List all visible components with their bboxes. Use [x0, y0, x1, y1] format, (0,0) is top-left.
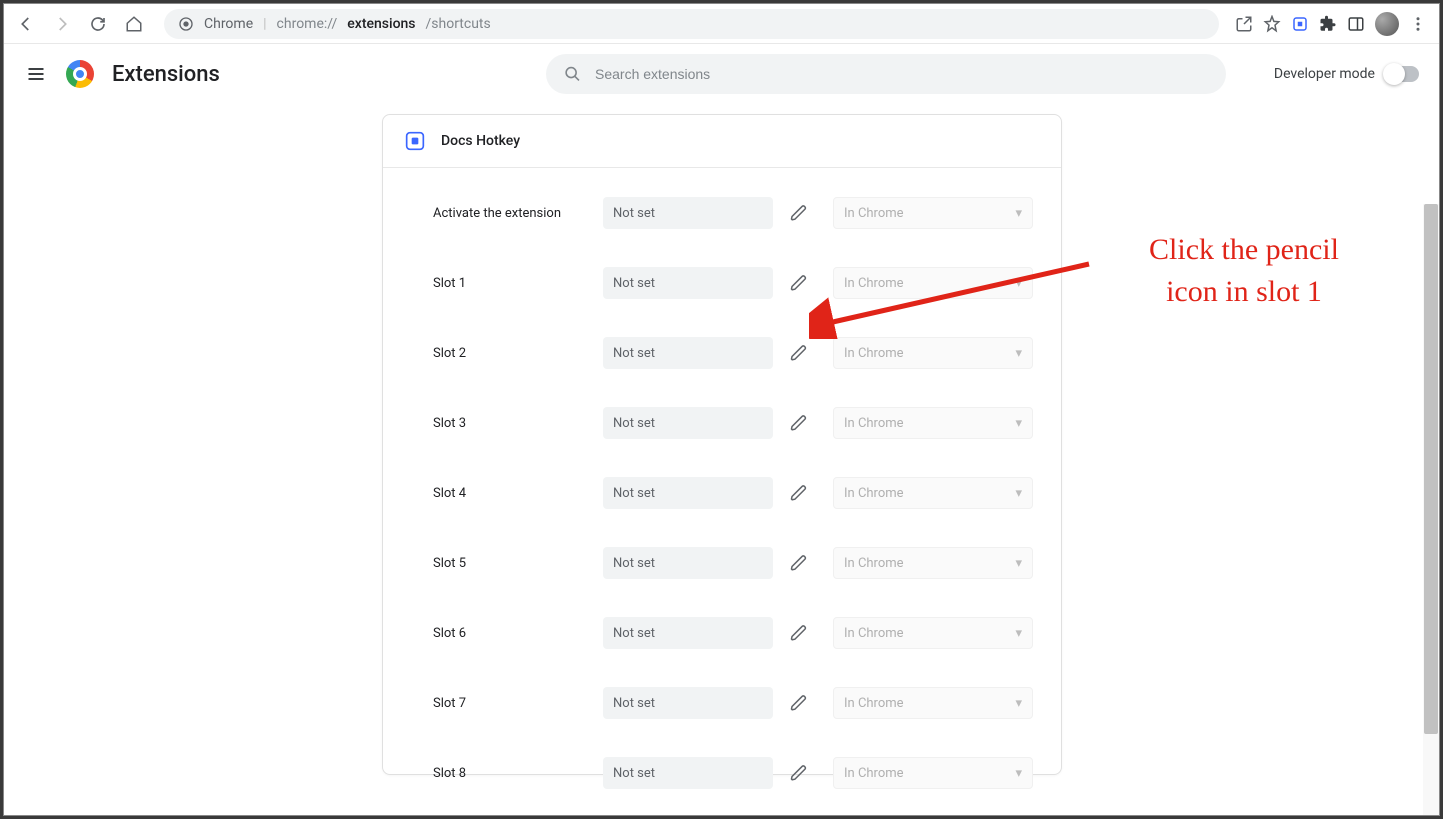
shortcut-input[interactable]: Not set [603, 267, 773, 299]
shortcut-row: Slot 2 Not set In Chrome▾ [433, 318, 1039, 388]
url-path: /shortcuts [426, 16, 491, 32]
chevron-down-icon: ▾ [1015, 486, 1022, 501]
profile-avatar[interactable] [1375, 12, 1399, 36]
scope-select[interactable]: In Chrome▾ [833, 547, 1033, 579]
shortcut-label: Slot 4 [433, 486, 593, 501]
shortcut-row: Slot 1 Not set In Chrome▾ [433, 248, 1039, 318]
shortcut-input[interactable]: Not set [603, 477, 773, 509]
chevron-down-icon: ▾ [1015, 696, 1022, 711]
search-input[interactable] [595, 66, 1208, 82]
shortcut-input[interactable]: Not set [603, 547, 773, 579]
extension-shortcuts-card: Docs Hotkey Activate the extension Not se… [382, 114, 1062, 775]
chrome-logo-icon [66, 60, 94, 88]
edit-pencil-icon[interactable] [783, 477, 815, 509]
browser-toolbar: Chrome | chrome://extensions/shortcuts [4, 4, 1439, 44]
edit-pencil-icon[interactable] [783, 547, 815, 579]
extensions-puzzle-icon[interactable] [1319, 15, 1337, 33]
scope-select[interactable]: In Chrome▾ [833, 197, 1033, 229]
search-icon [564, 65, 581, 83]
url-prefix: Chrome [204, 16, 253, 32]
vertical-scrollbar[interactable] [1423, 204, 1439, 815]
chevron-down-icon: ▾ [1015, 766, 1022, 781]
url-host: extensions [347, 16, 415, 32]
sidepanel-icon[interactable] [1347, 15, 1365, 33]
reload-button[interactable] [84, 10, 112, 38]
shortcut-row: Slot 3 Not set In Chrome▾ [433, 388, 1039, 458]
shortcut-label: Slot 1 [433, 276, 593, 291]
scope-select[interactable]: In Chrome▾ [833, 477, 1033, 509]
chevron-down-icon: ▾ [1015, 556, 1022, 571]
shortcut-row: Slot 7 Not set In Chrome▾ [433, 668, 1039, 738]
search-extensions[interactable] [546, 54, 1226, 94]
shortcut-label: Slot 3 [433, 416, 593, 431]
chevron-down-icon: ▾ [1015, 276, 1022, 291]
extension-icon [405, 131, 425, 151]
shortcut-row: Slot 8 Not set In Chrome▾ [433, 738, 1039, 808]
chevron-down-icon: ▾ [1015, 346, 1022, 361]
chevron-down-icon: ▾ [1015, 206, 1022, 221]
shortcut-input[interactable]: Not set [603, 407, 773, 439]
main-menu-button[interactable] [24, 62, 48, 86]
shortcut-label: Activate the extension [433, 206, 593, 221]
page-title: Extensions [112, 62, 220, 87]
shortcut-row: Slot 5 Not set In Chrome▾ [433, 528, 1039, 598]
scope-select[interactable]: In Chrome▾ [833, 337, 1033, 369]
scope-select[interactable]: In Chrome▾ [833, 687, 1033, 719]
shortcut-row: Slot 6 Not set In Chrome▾ [433, 598, 1039, 668]
edit-pencil-icon[interactable] [783, 687, 815, 719]
kebab-menu-icon[interactable] [1409, 15, 1427, 33]
shortcut-label: Slot 7 [433, 696, 593, 711]
url-scheme: chrome:// [277, 16, 338, 32]
edit-pencil-icon[interactable] [783, 617, 815, 649]
shortcut-label: Slot 2 [433, 346, 593, 361]
edit-pencil-icon[interactable] [783, 197, 815, 229]
forward-button[interactable] [48, 10, 76, 38]
edit-pencil-icon[interactable] [783, 757, 815, 789]
back-button[interactable] [12, 10, 40, 38]
chevron-down-icon: ▾ [1015, 416, 1022, 431]
scope-select[interactable]: In Chrome▾ [833, 267, 1033, 299]
edit-pencil-icon[interactable] [783, 337, 815, 369]
shortcut-row: Activate the extension Not set In Chrome▾ [433, 178, 1039, 248]
address-bar[interactable]: Chrome | chrome://extensions/shortcuts [164, 9, 1219, 39]
shortcut-label: Slot 6 [433, 626, 593, 641]
scope-select[interactable]: In Chrome▾ [833, 407, 1033, 439]
shortcut-row: Slot 4 Not set In Chrome▾ [433, 458, 1039, 528]
annotation-text: Click the pencil icon in slot 1 [1079, 229, 1409, 313]
edit-pencil-icon[interactable] [783, 267, 815, 299]
scope-select[interactable]: In Chrome▾ [833, 617, 1033, 649]
extension-pin-icon[interactable] [1291, 15, 1309, 33]
shortcut-input[interactable]: Not set [603, 337, 773, 369]
shortcut-label: Slot 5 [433, 556, 593, 571]
chrome-page-icon [178, 16, 194, 32]
shortcut-input[interactable]: Not set [603, 617, 773, 649]
scope-select[interactable]: In Chrome▾ [833, 757, 1033, 789]
edit-pencil-icon[interactable] [783, 407, 815, 439]
chevron-down-icon: ▾ [1015, 626, 1022, 641]
bookmark-star-icon[interactable] [1263, 15, 1281, 33]
extension-name: Docs Hotkey [441, 133, 520, 149]
page-header: Extensions Developer mode [4, 44, 1439, 104]
developer-mode-toggle[interactable] [1385, 66, 1419, 82]
shortcut-input[interactable]: Not set [603, 757, 773, 789]
home-button[interactable] [120, 10, 148, 38]
shortcut-input[interactable]: Not set [603, 197, 773, 229]
developer-mode-label: Developer mode [1274, 66, 1375, 82]
shortcut-input[interactable]: Not set [603, 687, 773, 719]
share-icon[interactable] [1235, 15, 1253, 33]
shortcut-label: Slot 8 [433, 766, 593, 781]
